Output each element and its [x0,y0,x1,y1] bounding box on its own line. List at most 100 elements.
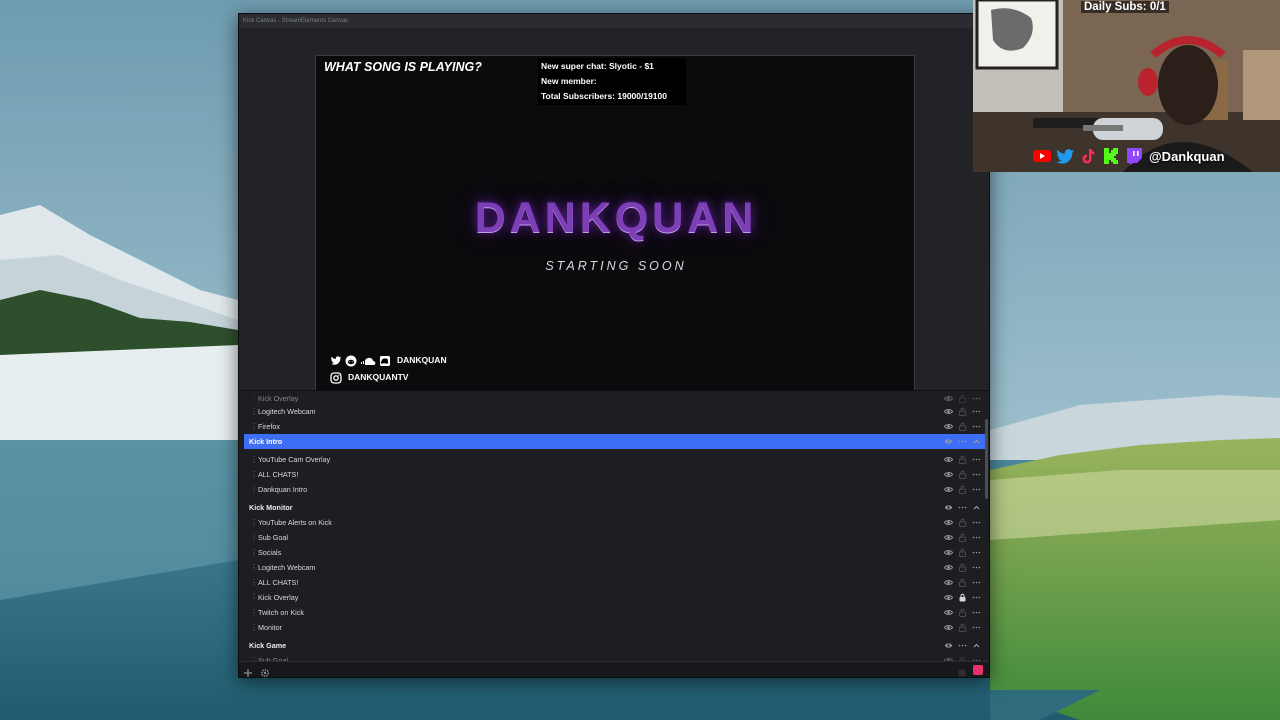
link-icon[interactable] [944,641,953,650]
layer-row[interactable]: ⋮ Logitech Webcam [244,560,985,575]
link-icon[interactable] [944,503,953,512]
drag-handle-icon[interactable]: ⋮ [250,419,258,434]
eye-icon[interactable] [944,563,953,572]
layer-group-row[interactable]: Kick Monitor [244,500,985,515]
lock-icon[interactable] [958,593,967,602]
layer-group-row[interactable]: Kick Intro [244,434,985,449]
song-question-text: WHAT SONG IS PLAYING? [324,60,482,74]
unlock-icon[interactable] [958,455,967,464]
layer-row[interactable]: ⋮ ALL CHATS! [244,467,985,482]
drag-handle-icon[interactable]: ⋮ [250,467,258,482]
eye-icon[interactable] [944,578,953,587]
layer-controls [944,560,981,575]
eye-icon[interactable] [944,470,953,479]
unlock-icon[interactable] [958,422,967,431]
more-icon[interactable] [972,593,981,602]
drag-handle-icon[interactable]: ⋮ [250,605,258,620]
eye-icon[interactable] [944,608,953,617]
layer-row[interactable]: ⋮ YouTube Cam Overlay [244,452,985,467]
more-icon[interactable] [972,470,981,479]
unlock-icon[interactable] [958,394,967,403]
eye-icon[interactable] [944,593,953,602]
unlock-icon[interactable] [958,407,967,416]
drag-handle-icon[interactable]: ⋮ [250,575,258,590]
layer-row[interactable]: ⋮ Sub Goal [244,530,985,545]
bottom-toolbar [239,661,989,678]
drag-handle-icon[interactable]: ⋮ [250,560,258,575]
unlock-icon[interactable] [958,563,967,572]
stop-icon[interactable] [957,665,967,677]
layer-label: Sub Goal [258,533,288,542]
drag-handle-icon[interactable]: ⋮ [250,404,258,419]
more-icon[interactable] [972,422,981,431]
unlock-icon[interactable] [958,578,967,587]
layer-row[interactable]: ⋮ Twitch on Kick [244,605,985,620]
more-icon[interactable] [972,563,981,572]
unlock-icon[interactable] [958,623,967,632]
chevron-up-icon[interactable] [972,503,981,512]
more-icon[interactable] [972,548,981,557]
eye-icon[interactable] [944,394,953,403]
unlock-icon[interactable] [958,470,967,479]
more-icon[interactable] [972,623,981,632]
layer-row[interactable]: ⋮ Socials [244,545,985,560]
layer-group-row[interactable]: Kick Game [244,638,985,653]
eye-icon[interactable] [944,455,953,464]
layer-controls [944,638,981,653]
eye-icon[interactable] [944,548,953,557]
layer-label: Kick Overlay [258,394,299,403]
more-icon[interactable] [958,503,967,512]
eye-icon[interactable] [944,623,953,632]
drag-handle-icon[interactable]: ⋮ [250,452,258,467]
layer-row[interactable]: ⋮ ALL CHATS! [244,575,985,590]
drag-handle-icon[interactable]: ⋮ [250,530,258,545]
layer-label: YouTube Cam Overlay [258,455,331,464]
record-icon[interactable] [973,665,983,675]
eye-icon[interactable] [944,533,953,542]
stream-preview[interactable]: WHAT SONG IS PLAYING? New super chat: Sl… [315,55,915,393]
layers-scrollbar[interactable] [985,419,988,499]
add-icon[interactable] [243,665,253,677]
twitter-icon [330,354,342,366]
eye-icon[interactable] [944,485,953,494]
drag-handle-icon[interactable]: ⋮ [250,515,258,530]
more-icon[interactable] [958,641,967,650]
layer-row[interactable]: ⋮ YouTube Alerts on Kick [244,515,985,530]
unlock-icon[interactable] [958,608,967,617]
more-icon[interactable] [972,485,981,494]
layer-row[interactable]: ⋮ Firefox [244,419,985,434]
unlock-icon[interactable] [958,533,967,542]
layers-panel[interactable]: ⋮ Kick Overlay ⋮ Logitech Webcam ⋮ Firefox Kic… [239,390,989,662]
canvas-area[interactable]: WHAT SONG IS PLAYING? New super chat: Sl… [239,28,989,401]
gear-icon[interactable] [260,665,270,678]
layer-row[interactable]: ⋮ Logitech Webcam [244,404,985,419]
more-icon[interactable] [972,608,981,617]
more-icon[interactable] [958,437,967,446]
chevron-up-icon[interactable] [972,437,981,446]
layer-row[interactable]: ⋮ Dankquan Intro [244,482,985,497]
drag-handle-icon[interactable]: ⋮ [250,620,258,635]
layer-row[interactable]: ⋮ Kick Overlay [244,590,985,605]
eye-icon[interactable] [944,407,953,416]
eye-icon[interactable] [944,518,953,527]
alert-line: New super chat: Slyotic - $1 [541,61,654,71]
layer-controls [944,482,981,497]
drag-handle-icon[interactable]: ⋮ [250,590,258,605]
unlock-icon[interactable] [958,548,967,557]
more-icon[interactable] [972,578,981,587]
layer-label: Kick Overlay [258,593,299,602]
drag-handle-icon[interactable]: ⋮ [250,545,258,560]
unlock-icon[interactable] [958,518,967,527]
more-icon[interactable] [972,394,981,403]
eye-icon[interactable] [944,422,953,431]
more-icon[interactable] [972,407,981,416]
layer-controls [944,404,981,419]
unlock-icon[interactable] [958,485,967,494]
link-icon[interactable] [944,437,953,446]
drag-handle-icon[interactable]: ⋮ [250,482,258,497]
more-icon[interactable] [972,518,981,527]
more-icon[interactable] [972,533,981,542]
layer-row[interactable]: ⋮ Monitor [244,620,985,635]
chevron-up-icon[interactable] [972,641,981,650]
more-icon[interactable] [972,455,981,464]
